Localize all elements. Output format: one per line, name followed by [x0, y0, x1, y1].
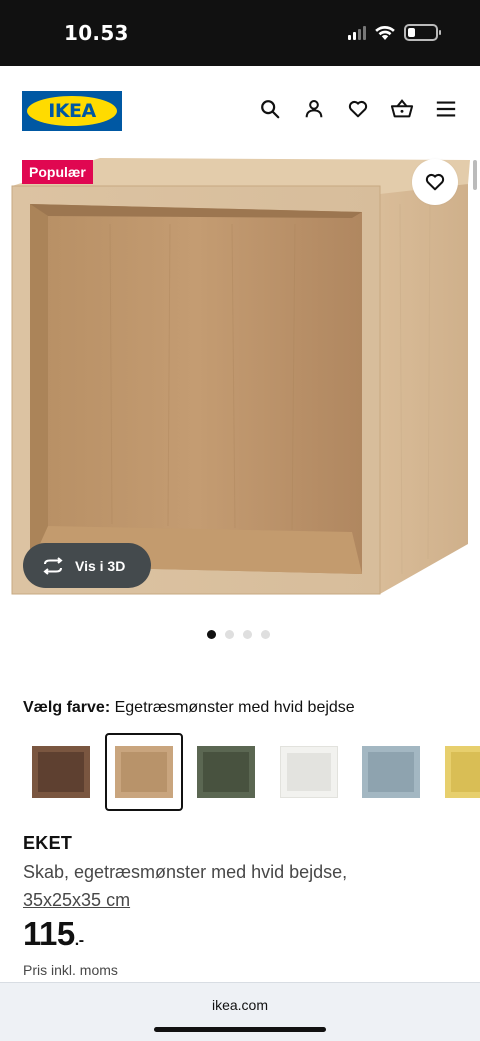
heart-icon	[425, 173, 445, 191]
product-price: 115 .-	[23, 915, 84, 953]
color-label-prefix: Vælg farve:	[23, 699, 111, 716]
signal-icon	[348, 25, 366, 40]
color-swatches	[0, 733, 480, 813]
color-swatch-dark-green[interactable]	[187, 733, 265, 811]
color-swatch-walnut[interactable]	[22, 733, 100, 811]
price-value: 115	[23, 915, 75, 952]
carousel-pagination	[207, 630, 270, 639]
search-icon[interactable]	[258, 97, 282, 121]
product-description: Skab, egetræsmønster med hvid bejdse, 35…	[23, 858, 403, 914]
battery-icon	[404, 24, 441, 41]
selected-color-name: Egetræsmønster med hvid bejdse	[114, 699, 355, 716]
swatch-thumbnail	[197, 746, 255, 798]
status-bar: 10.53	[0, 0, 480, 66]
site-header: IKEA	[0, 66, 480, 154]
price-suffix: .-	[74, 932, 84, 949]
view-in-3d-button[interactable]: Vis i 3D	[23, 543, 151, 588]
basket-icon[interactable]	[390, 97, 414, 121]
heart-icon[interactable]	[346, 97, 370, 121]
view-in-3d-label: Vis i 3D	[75, 557, 126, 574]
color-swatch-white-stained-oak[interactable]	[105, 733, 183, 811]
color-swatch-light-blue[interactable]	[352, 733, 430, 811]
product-description-text: Skab, egetræsmønster med hvid bejdse,	[23, 862, 348, 882]
product-image-carousel[interactable]: Populær Vis i 3D	[0, 154, 480, 614]
carousel-dot[interactable]	[225, 630, 234, 639]
carousel-dot[interactable]	[207, 630, 216, 639]
status-icons	[348, 24, 441, 41]
color-swatch-yellow[interactable]	[435, 733, 480, 811]
wifi-icon	[375, 25, 395, 40]
color-picker-label: Vælg farve: Egetræsmønster med hvid bejd…	[23, 699, 355, 717]
swatch-thumbnail	[445, 746, 480, 798]
url-text[interactable]: ikea.com	[0, 997, 480, 1013]
product-dimensions-link[interactable]: 35x25x35 cm	[23, 886, 130, 914]
rotate-3d-icon	[43, 556, 63, 575]
carousel-dot[interactable]	[261, 630, 270, 639]
popular-badge: Populær	[22, 160, 93, 184]
vat-note: Pris inkl. moms	[23, 962, 118, 978]
header-actions	[258, 97, 458, 121]
ikea-logo[interactable]: IKEA	[22, 91, 122, 131]
swatch-thumbnail	[32, 746, 90, 798]
swatch-thumbnail	[280, 746, 338, 798]
swatch-thumbnail	[362, 746, 420, 798]
menu-icon[interactable]	[434, 97, 458, 121]
logo-text: IKEA	[48, 100, 96, 122]
status-time: 10.53	[64, 21, 129, 45]
user-icon[interactable]	[302, 97, 326, 121]
add-to-favorites-button[interactable]	[412, 159, 458, 205]
color-swatch-white[interactable]	[270, 733, 348, 811]
browser-address-bar[interactable]: ikea.com	[0, 982, 480, 1041]
home-indicator[interactable]	[154, 1027, 326, 1032]
carousel-dot[interactable]	[243, 630, 252, 639]
swatch-thumbnail	[115, 746, 173, 798]
product-name: EKET	[23, 833, 73, 853]
